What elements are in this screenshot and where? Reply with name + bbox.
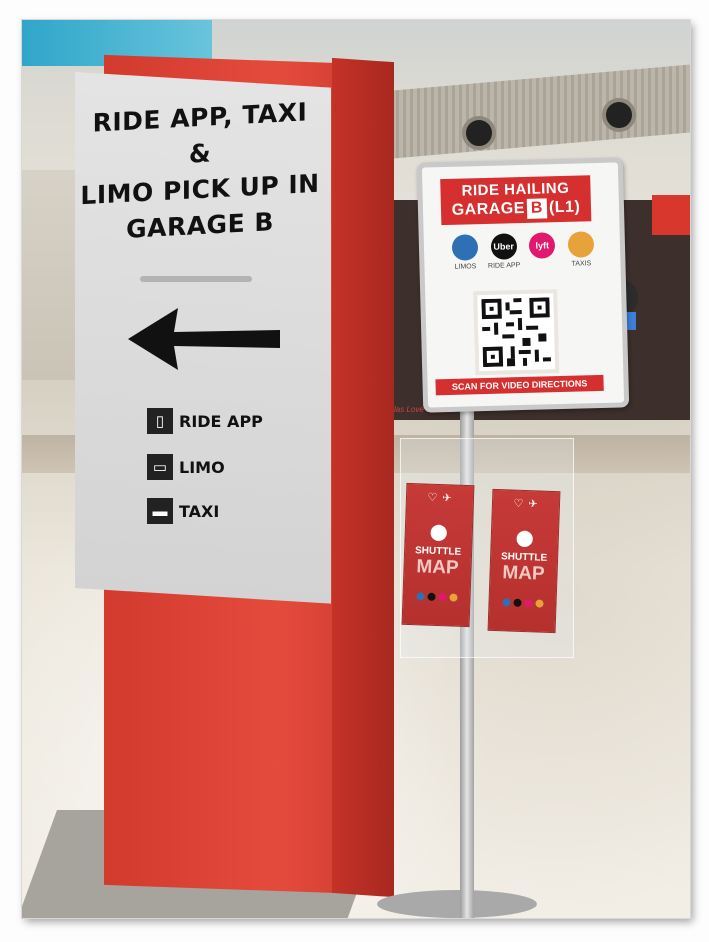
taxi-logo-icon: [448, 593, 458, 602]
legend-ride-app: ▯ RIDE APP: [147, 408, 263, 434]
brand-lyft: lyft: [525, 232, 560, 269]
sign-title-line: RIDE APP, TAXI &: [92, 97, 308, 169]
legend-label: RIDE APP: [179, 411, 263, 431]
brand-label: TAXIS: [571, 260, 592, 268]
legend-limo: ▭ LIMO: [147, 454, 225, 480]
limo-icon: ▭: [147, 454, 173, 480]
limo-logo-icon: [451, 234, 479, 261]
sign-title: RIDE APP, TAXI & LIMO PICK UP IN GARAGE …: [80, 94, 320, 251]
brand-uber: Uber RIDE APP: [486, 233, 521, 270]
arrow-left-icon: [128, 308, 280, 370]
flyer-map: MAP: [502, 562, 546, 585]
uber-logo-icon: Uber: [490, 233, 517, 260]
limo-logo-icon: [501, 598, 511, 607]
sign-red-side: [332, 57, 394, 898]
ceiling-light: [602, 98, 636, 132]
ride-app-icon: ▯: [147, 408, 173, 434]
legend-label: TAXI: [179, 501, 220, 521]
card-subtitle-prefix: GARAGE: [451, 199, 526, 219]
photo-frame: Dallas Love Field RIDE APP, TAXI & LIMO …: [0, 0, 709, 942]
airport-photo: Dallas Love Field RIDE APP, TAXI & LIMO …: [22, 20, 690, 918]
ceiling-light: [462, 116, 496, 150]
location-pin-icon: ⬤: [429, 523, 449, 542]
flyer-map: MAP: [416, 556, 460, 579]
brand-taxis: TAXIS: [564, 231, 599, 268]
ride-hailing-card: RIDE HAILING GARAGE B (L1) LIMOS Uber RIDE…: [416, 157, 630, 413]
lyft-logo-icon: lyft: [528, 232, 556, 259]
card-subtitle-letter: B: [526, 198, 548, 219]
card-subtitle: GARAGE B (L1): [441, 197, 591, 221]
legend-taxi: ▬ TAXI: [147, 498, 219, 524]
taxi-logo-icon: [534, 599, 544, 608]
lyft-logo-icon: [437, 593, 447, 602]
store-red-sign: [652, 195, 690, 235]
qr-code-icon: [481, 297, 552, 368]
brand-label: [526, 261, 560, 262]
brand-row: LIMOS Uber RIDE APP lyft TAXIS: [448, 231, 599, 271]
brand-label: LIMOS: [454, 263, 477, 271]
card-header: RIDE HAILING GARAGE B (L1): [440, 175, 592, 226]
brand-limos: LIMOS: [448, 234, 483, 271]
card-subtitle-suffix: (L1): [548, 198, 581, 217]
uber-logo-icon: [512, 598, 522, 607]
stand-base: [377, 890, 537, 918]
taxi-icon: ▬: [147, 498, 173, 524]
limo-logo-icon: [415, 592, 425, 601]
shuttle-map-flyer[interactable]: ♡ ✈ ⬤ SHUTTLE MAP: [487, 488, 561, 634]
legend-label: LIMO: [179, 457, 225, 477]
qr-code[interactable]: [473, 289, 560, 376]
flyer-logos: [403, 592, 469, 602]
location-pin-icon: ⬤: [515, 529, 535, 548]
lyft-logo-icon: [523, 599, 533, 608]
taxi-logo-icon: [567, 231, 595, 258]
shuttle-map-flyer[interactable]: ♡ ✈ ⬤ SHUTTLE MAP: [401, 482, 475, 628]
heart-plane-icon: ♡ ✈: [427, 491, 453, 505]
left-wall: [22, 170, 82, 400]
heart-plane-icon: ♡ ✈: [513, 497, 539, 511]
brand-label: RIDE APP: [487, 262, 521, 270]
panel-divider: [140, 276, 252, 282]
card-footer: SCAN FOR VIDEO DIRECTIONS: [435, 374, 604, 396]
flyer-logos: [489, 598, 555, 608]
uber-logo-icon: [426, 592, 436, 601]
